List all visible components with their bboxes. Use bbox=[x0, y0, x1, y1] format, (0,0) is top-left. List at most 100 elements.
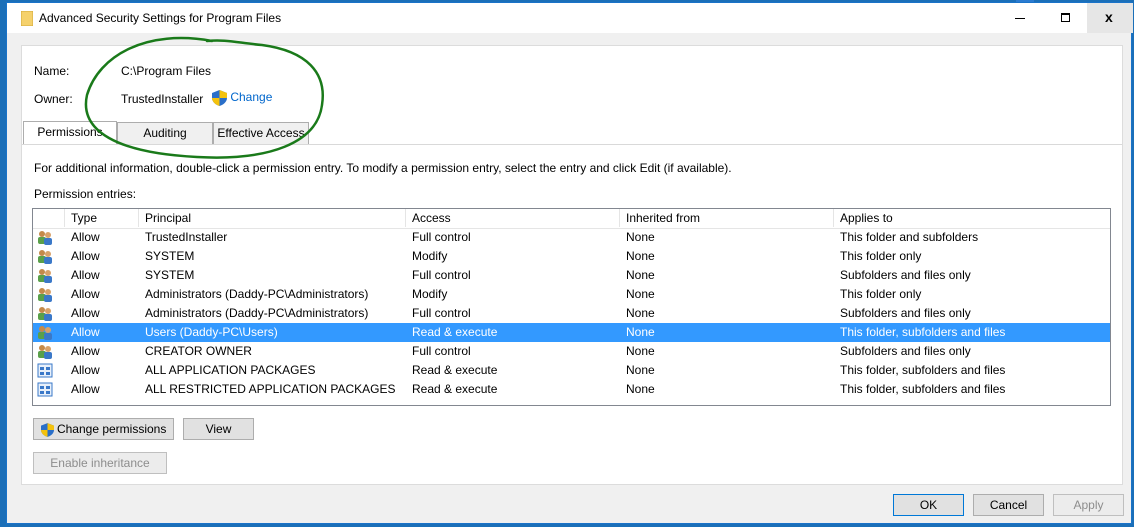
cell-principal: SYSTEM bbox=[145, 249, 195, 263]
close-icon: x bbox=[1105, 9, 1113, 25]
tab-permissions[interactable]: Permissions bbox=[23, 121, 117, 145]
ok-button[interactable]: OK bbox=[893, 494, 964, 516]
column-header-applies-to[interactable]: Applies to bbox=[840, 211, 893, 225]
change-permissions-button[interactable]: Change permissions bbox=[33, 418, 174, 440]
cell-applies-to: This folder only bbox=[840, 287, 922, 301]
cell-principal: ALL APPLICATION PACKAGES bbox=[145, 363, 316, 377]
change-permissions-label: Change permissions bbox=[56, 422, 167, 436]
cell-access: Read & execute bbox=[412, 325, 498, 339]
column-separator bbox=[619, 209, 620, 227]
cell-inherited-from: None bbox=[626, 230, 655, 244]
cell-principal: CREATOR OWNER bbox=[145, 344, 252, 358]
cell-type: Allow bbox=[71, 325, 100, 339]
cell-inherited-from: None bbox=[626, 268, 655, 282]
cell-applies-to: This folder and subfolders bbox=[840, 230, 979, 244]
users-icon bbox=[38, 345, 52, 359]
minimize-icon bbox=[1015, 18, 1025, 19]
cell-access: Read & execute bbox=[412, 382, 498, 396]
apply-button[interactable]: Apply bbox=[1053, 494, 1124, 516]
cell-type: Allow bbox=[71, 230, 100, 244]
cell-principal: SYSTEM bbox=[145, 268, 195, 282]
cell-principal: Administrators (Daddy-PC\Administrators) bbox=[145, 287, 369, 301]
permission-entries-label: Permission entries: bbox=[34, 187, 137, 201]
tab-effective-access[interactable]: Effective Access bbox=[213, 122, 309, 144]
column-separator bbox=[64, 209, 65, 227]
cell-applies-to: This folder, subfolders and files bbox=[840, 382, 1006, 396]
table-row[interactable]: Allow SYSTEM Full control None Subfolders an… bbox=[33, 266, 1110, 285]
maximize-icon bbox=[1061, 13, 1070, 22]
minimize-button[interactable] bbox=[997, 3, 1043, 33]
users-icon bbox=[38, 288, 52, 302]
cell-applies-to: This folder, subfolders and files bbox=[840, 325, 1006, 339]
cell-inherited-from: None bbox=[626, 363, 655, 377]
cell-applies-to: This folder only bbox=[840, 249, 922, 263]
permission-entries-table[interactable]: Type Principal Access Inherited from App… bbox=[32, 208, 1111, 406]
column-header-access[interactable]: Access bbox=[412, 211, 451, 225]
cell-applies-to: Subfolders and files only bbox=[840, 344, 971, 358]
folder-icon bbox=[21, 11, 33, 26]
name-label: Name: bbox=[34, 64, 70, 78]
cell-principal: ALL RESTRICTED APPLICATION PACKAGES bbox=[145, 382, 396, 396]
description-text: For additional information, double-click… bbox=[34, 161, 732, 175]
owner-change-label: Change bbox=[230, 90, 273, 105]
users-icon bbox=[38, 231, 52, 245]
cell-principal: Administrators (Daddy-PC\Administrators) bbox=[145, 306, 369, 320]
column-header-inherited-from[interactable]: Inherited from bbox=[626, 211, 700, 225]
tab-auditing[interactable]: Auditing bbox=[117, 122, 213, 144]
users-icon bbox=[38, 250, 52, 264]
title-bar: Advanced Security Settings for Program F… bbox=[7, 3, 1133, 33]
cell-inherited-from: None bbox=[626, 249, 655, 263]
cell-access: Modify bbox=[412, 249, 448, 263]
column-separator bbox=[833, 209, 834, 227]
cell-type: Allow bbox=[71, 382, 100, 396]
app-packages-icon bbox=[37, 363, 53, 378]
name-value: C:\Program Files bbox=[121, 64, 212, 78]
table-row[interactable]: Allow Administrators (Daddy-PC\Administra… bbox=[33, 285, 1110, 304]
owner-label: Owner: bbox=[34, 92, 73, 106]
cell-access: Full control bbox=[412, 268, 471, 282]
uac-shield-icon bbox=[40, 422, 54, 437]
table-row[interactable]: Allow ALL RESTRICTED APPLICATION PACKAGES… bbox=[33, 380, 1110, 399]
table-row[interactable]: Allow SYSTEM Modify None This folder only bbox=[33, 247, 1110, 266]
users-icon bbox=[38, 307, 52, 321]
cell-type: Allow bbox=[71, 344, 100, 358]
table-row[interactable]: Allow TrustedInstaller Full control None Thi… bbox=[33, 228, 1110, 247]
table-row[interactable]: Allow ALL APPLICATION PACKAGES Read & exec… bbox=[33, 361, 1110, 380]
cell-access: Full control bbox=[412, 230, 471, 244]
cell-inherited-from: None bbox=[626, 287, 655, 301]
cell-access: Modify bbox=[412, 287, 448, 301]
owner-value: TrustedInstaller bbox=[121, 92, 204, 106]
app-packages-icon bbox=[37, 382, 53, 397]
column-separator bbox=[405, 209, 406, 227]
cell-type: Allow bbox=[71, 287, 100, 301]
cell-access: Full control bbox=[412, 344, 471, 358]
users-icon bbox=[38, 269, 52, 283]
cancel-button[interactable]: Cancel bbox=[973, 494, 1044, 516]
cell-inherited-from: None bbox=[626, 325, 655, 339]
column-header-type[interactable]: Type bbox=[71, 211, 97, 225]
column-separator bbox=[138, 209, 139, 227]
window-title: Advanced Security Settings for Program F… bbox=[39, 11, 282, 25]
table-header: Type Principal Access Inherited from App… bbox=[33, 209, 1110, 229]
cell-applies-to: Subfolders and files only bbox=[840, 268, 971, 282]
tab-divider bbox=[22, 144, 1122, 145]
maximize-button[interactable] bbox=[1043, 3, 1089, 33]
view-button[interactable]: View bbox=[183, 418, 254, 440]
users-icon bbox=[38, 326, 52, 340]
table-row[interactable]: Allow Users (Daddy-PC\Users) Read & execut… bbox=[33, 323, 1110, 342]
owner-change-link[interactable]: Change bbox=[212, 90, 272, 106]
cell-principal: Users (Daddy-PC\Users) bbox=[145, 325, 278, 339]
close-button[interactable]: x bbox=[1087, 3, 1133, 33]
cell-type: Allow bbox=[71, 363, 100, 377]
cell-inherited-from: None bbox=[626, 306, 655, 320]
cell-access: Read & execute bbox=[412, 363, 498, 377]
cell-inherited-from: None bbox=[626, 344, 655, 358]
cell-principal: TrustedInstaller bbox=[145, 230, 228, 244]
uac-shield-icon bbox=[212, 90, 227, 106]
cell-access: Full control bbox=[412, 306, 471, 320]
enable-inheritance-button[interactable]: Enable inheritance bbox=[33, 452, 167, 474]
table-row[interactable]: Allow CREATOR OWNER Full control None Subfol… bbox=[33, 342, 1110, 361]
table-row[interactable]: Allow Administrators (Daddy-PC\Administra… bbox=[33, 304, 1110, 323]
column-header-principal[interactable]: Principal bbox=[145, 211, 191, 225]
cell-type: Allow bbox=[71, 306, 100, 320]
